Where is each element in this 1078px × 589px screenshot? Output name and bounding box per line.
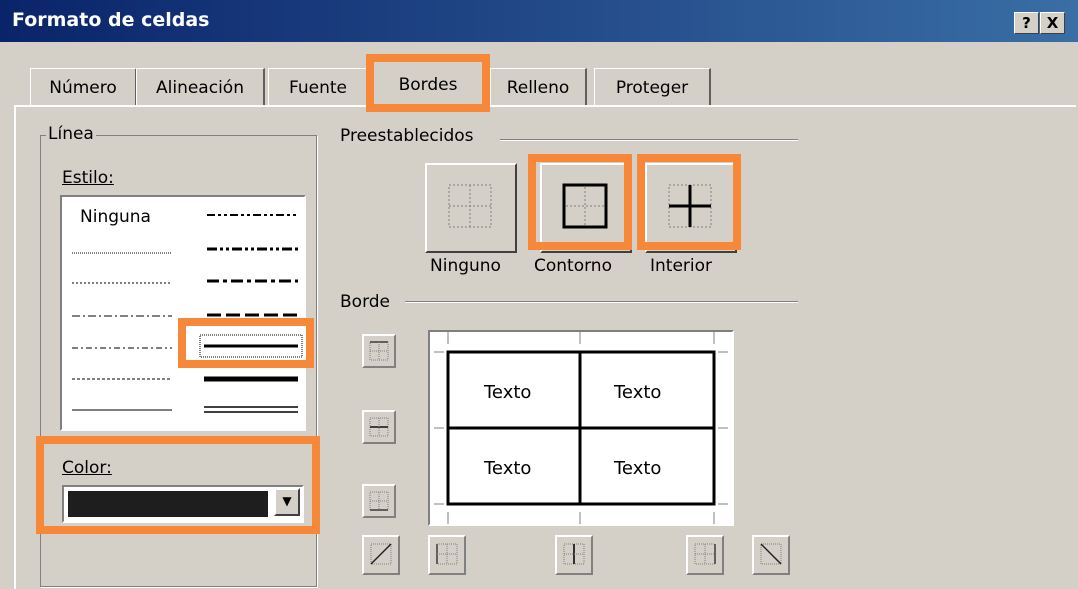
- preset-outline-label[interactable]: Contorno: [534, 256, 612, 276]
- preview-cell: Texto: [614, 458, 662, 479]
- estilo-label: Estilo:: [62, 168, 114, 188]
- preset-outline-button[interactable]: [540, 163, 632, 253]
- border-diagonal-up-button[interactable]: [362, 535, 400, 575]
- border-top-icon: [369, 341, 389, 361]
- border-inside-horizontal-icon: [369, 417, 389, 437]
- color-swatch: [68, 491, 268, 517]
- preset-outline-icon: [562, 183, 608, 229]
- tab-fuente[interactable]: Fuente: [268, 68, 369, 107]
- preset-inside-label[interactable]: Interior: [650, 256, 713, 276]
- chevron-down-icon[interactable]: ▼: [274, 488, 300, 516]
- border-preview[interactable]: Texto Texto Texto Texto: [428, 330, 734, 526]
- border-inside-vertical-icon: [563, 543, 585, 565]
- preestablecidos-divider: [500, 139, 798, 140]
- window-title: Formato de celdas: [12, 9, 210, 31]
- borde-label: Borde: [340, 292, 391, 312]
- preset-inside-icon: [668, 184, 712, 228]
- preview-grid: [434, 332, 728, 524]
- tab-alineacion[interactable]: Alineación: [136, 68, 265, 107]
- tab-proteger[interactable]: Proteger: [594, 68, 711, 107]
- preview-cell: Texto: [484, 382, 532, 403]
- preset-none-icon: [448, 184, 492, 228]
- border-inside-vertical-button[interactable]: [555, 535, 593, 575]
- close-button[interactable]: X: [1040, 12, 1065, 34]
- border-left-icon: [436, 543, 458, 565]
- color-dropdown[interactable]: ▼: [62, 485, 304, 523]
- preset-none-button[interactable]: [425, 163, 517, 253]
- line-style-list[interactable]: Ninguna: [60, 195, 306, 431]
- preset-none-label[interactable]: Ninguno: [430, 256, 501, 276]
- border-inside-horizontal-button[interactable]: [362, 410, 396, 444]
- border-right-icon: [694, 543, 716, 565]
- tab-relleno[interactable]: Relleno: [490, 68, 587, 107]
- borde-divider: [405, 301, 798, 302]
- linea-group-label: Línea: [46, 124, 96, 144]
- border-bottom-icon: [369, 491, 389, 511]
- preset-inside-button[interactable]: [645, 163, 737, 253]
- preview-cell: Texto: [614, 382, 662, 403]
- help-button[interactable]: ?: [1014, 12, 1039, 34]
- line-style-swatches: [72, 214, 303, 413]
- border-bottom-button[interactable]: [362, 484, 396, 518]
- border-left-button[interactable]: [428, 535, 466, 575]
- preview-cell: Texto: [484, 458, 532, 479]
- diagonal-up-icon: [370, 543, 392, 565]
- preestablecidos-label: Preestablecidos: [340, 126, 474, 146]
- tab-bordes[interactable]: Bordes: [368, 58, 489, 109]
- color-label: Color:: [62, 458, 112, 478]
- style-ninguna[interactable]: Ninguna: [80, 207, 151, 227]
- tab-numero[interactable]: Número: [30, 68, 137, 107]
- border-top-button[interactable]: [362, 334, 396, 368]
- diagonal-down-icon: [760, 543, 782, 565]
- border-right-button[interactable]: [686, 535, 724, 575]
- border-diagonal-down-button[interactable]: [752, 535, 790, 575]
